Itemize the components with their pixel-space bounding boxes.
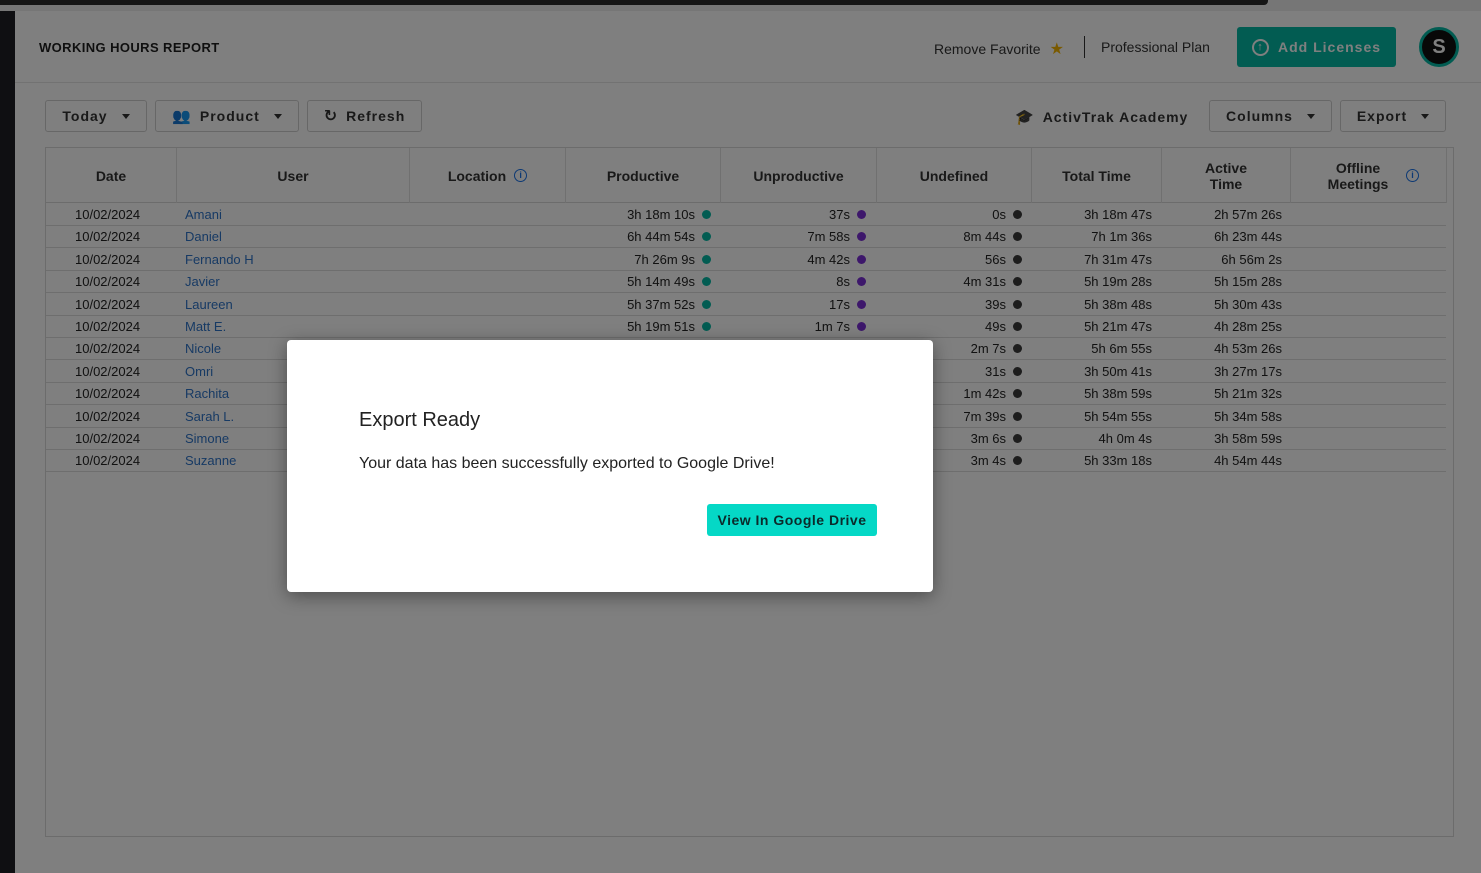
dialog-title: Export Ready bbox=[359, 409, 481, 431]
view-in-google-drive-button[interactable]: View In Google Drive bbox=[707, 504, 877, 536]
export-ready-dialog: Export Ready Your data has been successf… bbox=[287, 340, 933, 592]
dialog-message: Your data has been successfully exported… bbox=[359, 455, 775, 472]
